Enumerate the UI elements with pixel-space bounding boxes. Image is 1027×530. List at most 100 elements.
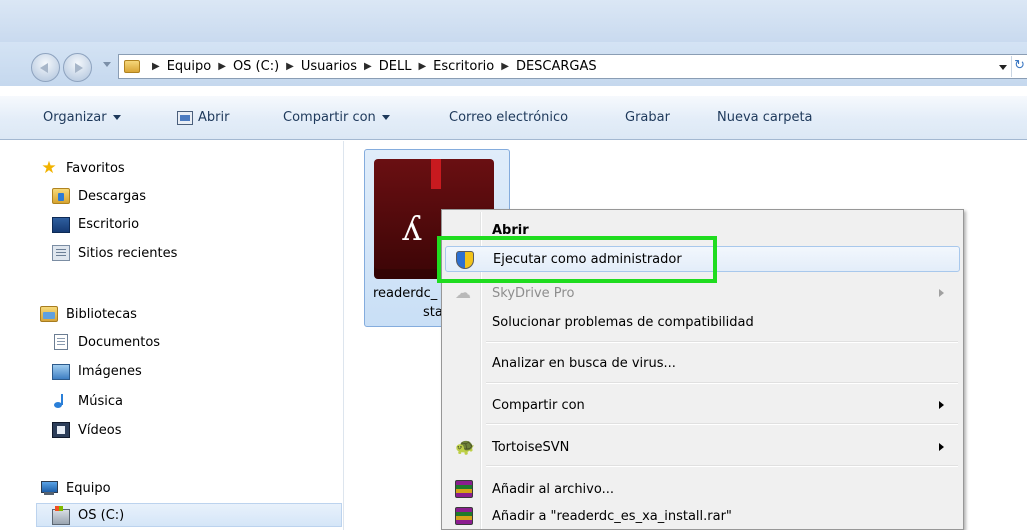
submenu-arrow-icon [939, 443, 944, 451]
open-with-icon [177, 110, 193, 125]
menu-item-label: Compartir con [492, 397, 585, 413]
sidebar-group-libraries[interactable]: Bibliotecas [40, 302, 137, 326]
drive-icon [52, 505, 70, 525]
breadcrumb-chevron-icon[interactable]: ▶ [286, 61, 294, 72]
menu-item-label: SkyDrive Pro [492, 285, 575, 301]
documents-icon [54, 334, 68, 350]
menu-item-label: Añadir a "readerdc_es_xa_install.rar" [492, 508, 732, 524]
chevron-down-icon [381, 115, 390, 120]
new-folder-label: Nueva carpeta [717, 110, 813, 125]
window-top-strip [0, 0, 1027, 42]
pictures-icon [52, 363, 70, 380]
menu-separator [486, 423, 958, 425]
sidebar-item-descargas[interactable]: Descargas [52, 184, 146, 208]
sidebar-item-label: Sitios recientes [78, 245, 178, 261]
sidebar-item-imagenes[interactable]: Imágenes [52, 359, 142, 383]
breadcrumb-descargas[interactable]: DESCARGAS [516, 59, 597, 74]
menu-separator [486, 341, 958, 343]
share-with-button[interactable]: Compartir con [283, 110, 390, 125]
forward-arrow-icon [75, 63, 83, 73]
menu-item-add-to-rar[interactable]: Añadir a "readerdc_es_xa_install.rar" [445, 503, 960, 529]
sidebar-item-label: Imágenes [78, 363, 142, 379]
address-divider [1011, 56, 1012, 77]
back-button[interactable] [31, 53, 60, 82]
sidebar-item-label: Vídeos [78, 422, 122, 438]
menu-item-skydrive-pro[interactable]: ☁ SkyDrive Pro [445, 280, 960, 306]
videos-icon [52, 422, 70, 438]
share-label: Compartir con [283, 110, 376, 125]
sidebar-item-label: Documentos [78, 334, 161, 350]
sidebar-group-label: Favoritos [66, 160, 125, 176]
breadcrumb-chevron-icon[interactable]: ▶ [218, 61, 226, 72]
package-ribbon [431, 159, 441, 189]
breadcrumb-chevron-icon[interactable]: ▶ [418, 61, 426, 72]
file-name-line2: sta [423, 305, 443, 320]
recent-pages-dropdown[interactable] [103, 62, 111, 67]
sidebar-item-os-c[interactable]: OS (C:) [36, 503, 342, 527]
recent-places-icon [52, 245, 70, 261]
tortoisesvn-icon: 🐢 [455, 437, 475, 456]
new-folder-button[interactable]: Nueva carpeta [717, 110, 813, 125]
forward-button[interactable] [63, 53, 92, 82]
breadcrumb-equipo[interactable]: Equipo [167, 59, 212, 74]
breadcrumb-os-c[interactable]: OS (C:) [233, 59, 279, 74]
chevron-down-icon [112, 115, 121, 120]
libraries-icon [40, 306, 58, 322]
winrar-icon [455, 507, 473, 525]
menu-item-label: Solucionar problemas de compatibilidad [492, 314, 754, 330]
sidebar-item-label: OS (C:) [78, 507, 125, 523]
open-button[interactable]: Abrir [177, 110, 229, 125]
breadcrumb-chevron-icon[interactable]: ▶ [364, 61, 372, 72]
open-label: Abrir [198, 110, 230, 125]
sidebar-item-escritorio[interactable]: Escritorio [52, 212, 139, 236]
breadcrumb-dell[interactable]: DELL [379, 59, 412, 74]
email-label: Correo electrónico [449, 110, 569, 125]
winrar-icon [455, 480, 473, 498]
menu-item-label: Añadir al archivo... [492, 481, 614, 497]
breadcrumb-chevron-icon[interactable]: ▶ [152, 61, 160, 72]
burn-button[interactable]: Grabar [625, 110, 670, 125]
menu-item-share-with[interactable]: Compartir con [445, 392, 960, 418]
star-icon: ★ [41, 158, 57, 178]
email-button[interactable]: Correo electrónico [449, 110, 568, 125]
sidebar-item-sitios-recientes[interactable]: Sitios recientes [52, 241, 177, 265]
sidebar-group-label: Equipo [66, 480, 111, 496]
sidebar-item-label: Escritorio [78, 216, 140, 232]
sidebar-item-label: Descargas [78, 188, 147, 204]
desktop-icon [52, 217, 70, 233]
computer-icon [40, 480, 58, 496]
address-bar[interactable]: ▶ Equipo ▶ OS (C:) ▶ Usuarios ▶ DELL ▶ E… [118, 54, 1027, 79]
back-arrow-icon [40, 63, 48, 73]
organize-button[interactable]: Organizar [43, 110, 121, 125]
sidebar-item-documentos[interactable]: Documentos [52, 330, 160, 354]
refresh-icon[interactable]: ↻ [1014, 58, 1025, 73]
file-name-line1: readerdc_ [373, 286, 438, 301]
sidebar-item-musica[interactable]: Música [52, 389, 123, 413]
menu-separator [486, 465, 958, 467]
highlight-annotation [437, 236, 717, 283]
menu-item-add-to-archive[interactable]: Añadir al archivo... [445, 476, 960, 502]
menu-item-tortoisesvn[interactable]: 🐢 TortoiseSVN [445, 434, 960, 460]
music-icon [52, 393, 70, 409]
submenu-arrow-icon [939, 401, 944, 409]
menu-separator [486, 382, 958, 384]
sidebar-group-label: Bibliotecas [66, 306, 137, 322]
sidebar-item-videos[interactable]: Vídeos [52, 418, 121, 442]
menu-item-compat-troubleshoot[interactable]: Solucionar problemas de compatibilidad [445, 309, 960, 335]
sidebar-group-favorites[interactable]: ★ Favoritos [40, 156, 125, 180]
command-bar: Organizar Abrir Compartir con Correo ele… [0, 95, 1027, 140]
skydrive-icon: ☁ [455, 283, 471, 302]
downloads-folder-icon [52, 188, 70, 204]
folder-icon [124, 60, 140, 73]
sidebar-item-label: Música [78, 393, 123, 409]
organize-label: Organizar [43, 110, 107, 125]
breadcrumb-usuarios[interactable]: Usuarios [301, 59, 357, 74]
breadcrumb-escritorio[interactable]: Escritorio [433, 59, 494, 74]
submenu-arrow-icon [939, 289, 944, 297]
menu-item-scan-virus[interactable]: Analizar en busca de virus... [445, 350, 960, 376]
burn-label: Grabar [625, 110, 670, 125]
menu-item-label: TortoiseSVN [492, 439, 570, 455]
sidebar-group-computer[interactable]: Equipo [40, 476, 111, 500]
address-history-dropdown[interactable] [999, 65, 1007, 70]
breadcrumb-chevron-icon[interactable]: ▶ [501, 61, 509, 72]
